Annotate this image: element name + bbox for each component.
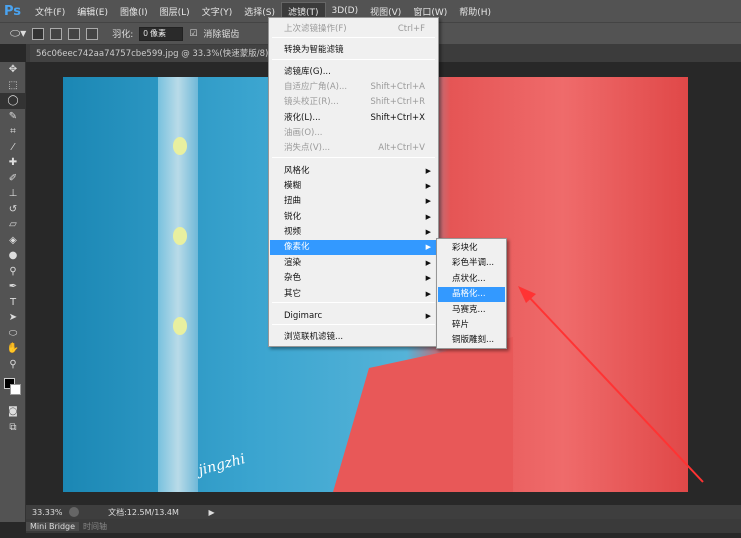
pixelate-menu-item[interactable]: 点状化...: [438, 272, 505, 287]
filter-menu-item[interactable]: 转换为智能滤镜: [270, 43, 437, 58]
filter-menu-item[interactable]: 视频 ▶: [270, 225, 437, 240]
menu-item-shortcut: Ctrl+F: [397, 24, 425, 34]
filter-menu-item[interactable]: 风格化 ▶: [270, 164, 437, 179]
filter-menu-item[interactable]: 浏览联机滤镜...: [270, 330, 437, 345]
menu-item-label: Digimarc: [284, 311, 323, 321]
menu-item-label: 模糊: [284, 181, 302, 191]
submenu-arrow-icon: ▶: [425, 274, 431, 282]
submenu-arrow-icon: ▶: [425, 197, 431, 205]
pixelate-menu-item[interactable]: 马赛克...: [438, 303, 505, 318]
menu-item-label: 杂色: [284, 273, 302, 283]
menu-item-label: 消失点(V)...: [284, 143, 331, 153]
menu-item-label: 锐化: [284, 212, 302, 222]
menu-separator: [272, 302, 435, 303]
menu-separator: [272, 324, 435, 325]
submenu-arrow-icon: ▶: [425, 228, 431, 236]
submenu-arrow-icon: ▶: [425, 290, 431, 298]
filter-menu-item[interactable]: Digimarc ▶: [270, 309, 437, 324]
filter-menu-item[interactable]: 自适应广角(A)... Shift+Ctrl+A: [270, 80, 437, 95]
filter-menu-item[interactable]: 扭曲 ▶: [270, 194, 437, 209]
menu-item-label: 像素化: [284, 242, 310, 252]
arrow-line: [527, 295, 704, 483]
filter-menu-item[interactable]: 像素化 ▶: [270, 240, 437, 255]
pixelate-menu-item[interactable]: 彩色半调...: [438, 256, 505, 271]
menu-separator: [272, 59, 435, 60]
pixelate-menu-item[interactable]: 晶格化...: [438, 287, 505, 303]
zoom-level[interactable]: 33.33%: [26, 508, 69, 517]
filter-menu-item[interactable]: 锐化 ▶: [270, 210, 437, 225]
menu-item-label: 渲染: [284, 258, 302, 268]
menu-item-label: 转换为智能滤镜: [284, 45, 344, 55]
submenu-arrow-icon: ▶: [425, 312, 431, 320]
filter-menu-item[interactable]: 镜头校正(R)... Shift+Ctrl+R: [270, 95, 437, 110]
submenu-arrow-icon: ▶: [425, 259, 431, 267]
doc-size: 文档:12.5M/13.4M: [108, 507, 179, 517]
menu-item-shortcut: Alt+Ctrl+V: [378, 143, 425, 153]
filter-menu-item[interactable]: 滤镜库(G)...: [270, 65, 437, 80]
filter-menu-item[interactable]: 杂色 ▶: [270, 271, 437, 286]
menu-item-label: 油画(O)...: [284, 128, 323, 138]
pixelate-menu-item[interactable]: 铜版雕刻...: [438, 333, 505, 348]
pixelate-menu-item[interactable]: 彩块化: [438, 241, 505, 256]
status-bar: 33.33% 文档:12.5M/13.4M ▶: [26, 505, 741, 519]
menu-item-label: 浏览联机滤镜...: [284, 332, 344, 342]
filter-menu-item[interactable]: 上次滤镜操作(F) Ctrl+F: [270, 22, 437, 37]
filter-menu: 上次滤镜操作(F) Ctrl+F 转换为智能滤镜 滤镜库(G)... 自适应广角(A).…: [268, 17, 439, 347]
menu-item-label: 上次滤镜操作(F): [284, 24, 347, 34]
menu-item-label: 风格化: [284, 166, 310, 176]
panel-bar: Mini Bridge 时间轴: [26, 519, 741, 533]
menu-item-label: 视频: [284, 227, 302, 237]
menu-item-label: 扭曲: [284, 196, 302, 206]
status-arrow-icon[interactable]: ▶: [209, 508, 215, 517]
menu-item-label: 其它: [284, 289, 302, 299]
tab-timeline[interactable]: 时间轴: [79, 521, 111, 532]
menu-item-shortcut: Shift+Ctrl+X: [370, 113, 425, 123]
filter-menu-item[interactable]: 消失点(V)... Alt+Ctrl+V: [270, 141, 437, 156]
filter-menu-item[interactable]: 其它 ▶: [270, 287, 437, 302]
tab-mini-bridge[interactable]: Mini Bridge: [26, 521, 80, 531]
submenu-arrow-icon: ▶: [425, 243, 431, 251]
menu-item-shortcut: Shift+Ctrl+A: [370, 82, 425, 92]
status-icon[interactable]: [68, 507, 79, 517]
menu-item-label: 滤镜库(G)...: [284, 67, 331, 77]
menu-item-label: 液化(L)...: [284, 113, 321, 123]
pixelate-submenu: 彩块化 彩色半调... 点状化... 晶格化... 马赛克... 碎片 铜版雕刻...: [436, 238, 507, 349]
menu-separator: [272, 37, 435, 38]
filter-menu-item[interactable]: 模糊 ▶: [270, 179, 437, 194]
submenu-arrow-icon: ▶: [425, 182, 431, 190]
menu-item-label: 镜头校正(R)...: [284, 97, 339, 107]
menu-separator: [272, 157, 435, 158]
filter-menu-item[interactable]: 油画(O)...: [270, 126, 437, 141]
submenu-arrow-icon: ▶: [425, 167, 431, 175]
filter-menu-item[interactable]: 渲染 ▶: [270, 256, 437, 271]
filter-menu-item[interactable]: 液化(L)... Shift+Ctrl+X: [270, 111, 437, 126]
menu-item-shortcut: Shift+Ctrl+R: [370, 97, 425, 107]
menu-item-label: 自适应广角(A)...: [284, 82, 348, 92]
pixelate-menu-item[interactable]: 碎片: [438, 318, 505, 333]
submenu-arrow-icon: ▶: [425, 213, 431, 221]
